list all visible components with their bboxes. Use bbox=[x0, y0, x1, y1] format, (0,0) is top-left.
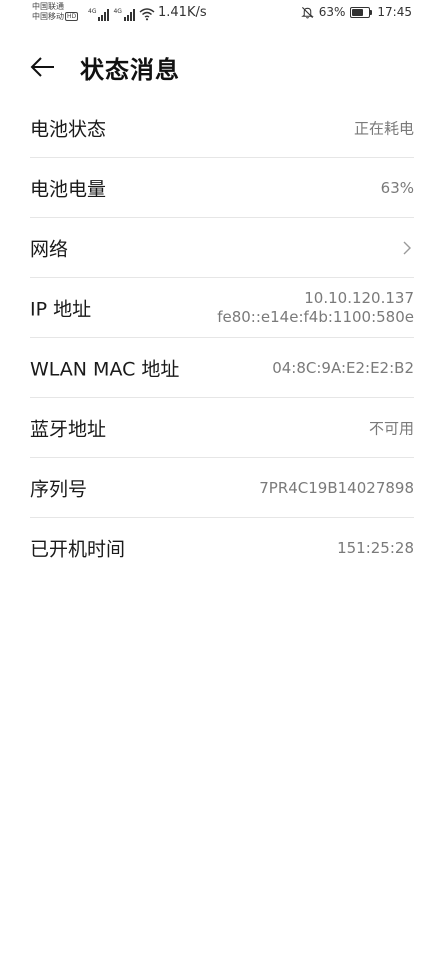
status-info-screen: 中国联通 中国移动 HD 4G 4G 1.41K/s 63% 17:45 状态消… bbox=[0, 0, 443, 960]
status-list: 电池状态 正在耗电 电池电量 63% 网络 IP 地址 10.10.120.13… bbox=[30, 98, 414, 577]
network-label: 网络 bbox=[30, 238, 69, 260]
chevron-right-icon bbox=[403, 241, 411, 254]
battery-level-label: 电池电量 bbox=[30, 178, 107, 200]
uptime-label: 已开机时间 bbox=[30, 538, 126, 560]
bluetooth-address-label: 蓝牙地址 bbox=[30, 418, 107, 440]
network-speed: 1.41K/s bbox=[158, 5, 207, 20]
wlan-mac-label: WLAN MAC 地址 bbox=[30, 358, 180, 380]
hd-badge: HD bbox=[65, 12, 79, 21]
arrow-left-icon[interactable] bbox=[28, 52, 58, 82]
battery-status-value: 正在耗电 bbox=[353, 119, 414, 137]
ip-address-row: IP 地址 10.10.120.137 fe80::e14e:f4b:1100:… bbox=[30, 278, 414, 338]
ip-address-values: 10.10.120.137 fe80::e14e:f4b:1100:580e bbox=[217, 289, 414, 327]
bell-off-icon bbox=[300, 6, 314, 18]
carrier-2-line: 中国移动 HD bbox=[32, 12, 79, 22]
clock: 17:45 bbox=[377, 5, 412, 19]
battery-percent: 63% bbox=[318, 5, 346, 19]
ipv4-address: 10.10.120.137 bbox=[304, 288, 414, 307]
bluetooth-address-row: 蓝牙地址 不可用 bbox=[30, 398, 414, 458]
signal-icon: 4G bbox=[88, 8, 110, 21]
page-title: 状态消息 bbox=[80, 56, 180, 84]
carrier-1: 中国联通 bbox=[32, 2, 64, 11]
wlan-mac-value: 04:8C:9A:E2:E2:B2 bbox=[272, 358, 414, 377]
carrier-2: 中国移动 bbox=[32, 12, 64, 21]
battery-level-value: 63% bbox=[380, 178, 414, 197]
wifi-icon bbox=[139, 8, 155, 21]
battery-icon bbox=[350, 6, 373, 18]
ip-address-label: IP 地址 bbox=[30, 298, 92, 320]
app-header: 状态消息 bbox=[0, 40, 443, 96]
serial-number-value: 7PR4C19B14027898 bbox=[259, 478, 414, 497]
battery-status-row: 电池状态 正在耗电 bbox=[30, 98, 414, 158]
battery-level-row: 电池电量 63% bbox=[30, 158, 414, 218]
status-right: 63% 17:45 bbox=[300, 5, 412, 19]
ipv6-address: fe80::e14e:f4b:1100:580e bbox=[217, 307, 414, 326]
serial-number-label: 序列号 bbox=[30, 478, 88, 500]
signal-1-tag: 4G bbox=[88, 8, 97, 15]
wlan-mac-row: WLAN MAC 地址 04:8C:9A:E2:E2:B2 bbox=[30, 338, 414, 398]
signal-indicators: 4G 4G bbox=[88, 7, 155, 21]
serial-number-row: 序列号 7PR4C19B14027898 bbox=[30, 458, 414, 518]
signal-icon: 4G bbox=[113, 8, 135, 21]
carrier-names: 中国联通 中国移动 HD bbox=[32, 2, 79, 22]
signal-2-tag: 4G bbox=[113, 8, 122, 15]
network-row[interactable]: 网络 bbox=[30, 218, 414, 278]
status-bar: 中国联通 中国移动 HD 4G 4G 1.41K/s 63% 17:45 bbox=[0, 0, 443, 28]
uptime-row: 已开机时间 151:25:28 bbox=[30, 518, 414, 577]
bluetooth-address-value: 不可用 bbox=[368, 419, 414, 437]
uptime-value: 151:25:28 bbox=[337, 538, 414, 557]
battery-status-label: 电池状态 bbox=[30, 118, 107, 140]
